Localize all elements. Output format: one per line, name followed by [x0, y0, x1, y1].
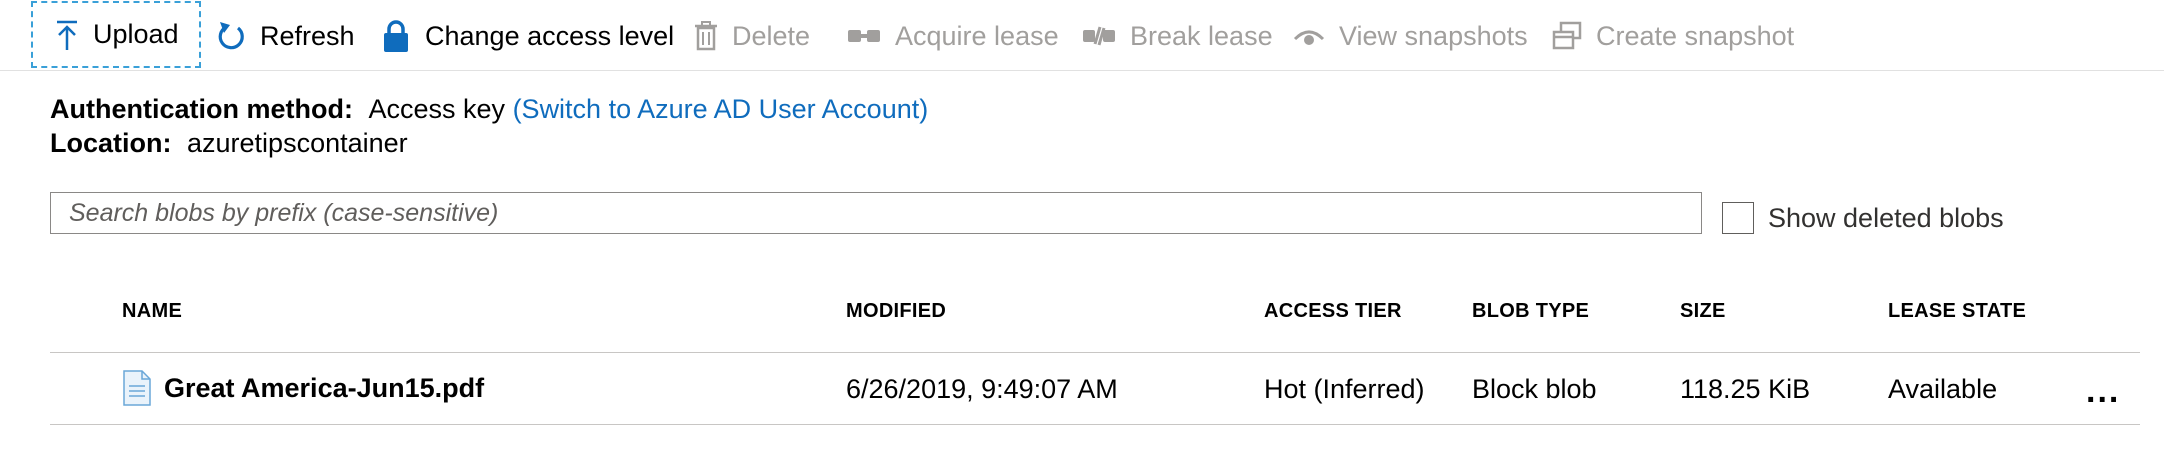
eye-icon	[1293, 25, 1325, 47]
location-value: azuretipscontainer	[187, 128, 408, 158]
more-actions-button[interactable]: ...	[2086, 374, 2120, 408]
show-deleted-blobs-toggle[interactable]: Show deleted blobs	[1722, 202, 2004, 234]
show-deleted-label: Show deleted blobs	[1768, 202, 2004, 233]
header-divider	[50, 352, 2140, 353]
blob-name: Great America-Jun15.pdf	[164, 372, 485, 403]
create-snapshot-label: Create snapshot	[1596, 20, 1795, 51]
column-header-lease-state[interactable]: LEASE STATE	[1888, 300, 2026, 323]
refresh-button[interactable]: Refresh	[216, 4, 355, 68]
size-cell: 118.25 KiB	[1680, 374, 1811, 404]
column-header-access-tier[interactable]: ACCESS TIER	[1264, 300, 1402, 323]
blob-type-cell: Block blob	[1472, 374, 1597, 404]
delete-button[interactable]: Delete	[694, 4, 810, 68]
broken-link-icon	[1082, 24, 1116, 48]
trash-icon	[694, 21, 718, 51]
auth-method-label: Authentication method:	[50, 94, 353, 124]
column-header-size[interactable]: SIZE	[1680, 300, 1726, 323]
search-placeholder: Search blobs by prefix (case-sensitive)	[69, 198, 499, 227]
upload-button[interactable]: Upload	[31, 1, 201, 68]
switch-auth-link[interactable]: (Switch to Azure AD User Account)	[513, 94, 929, 124]
refresh-icon	[216, 20, 246, 52]
view-snapshots-button[interactable]: View snapshots	[1293, 4, 1528, 68]
upload-label: Upload	[93, 19, 179, 49]
lease-state-cell: Available	[1888, 374, 1998, 404]
snapshot-icon	[1552, 21, 1582, 51]
command-bar: Upload Refresh Change access level Delet…	[0, 0, 2164, 71]
modified-cell: 6/26/2019, 9:49:07 AM	[846, 374, 1118, 404]
column-header-name[interactable]: NAME	[122, 300, 182, 323]
column-header-modified[interactable]: MODIFIED	[846, 300, 946, 323]
auth-method-value: Access key	[368, 94, 506, 124]
blob-name-cell[interactable]: Great America-Jun15.pdf	[122, 370, 484, 406]
location-label: Location:	[50, 128, 172, 158]
link-icon	[847, 25, 881, 47]
access-tier-cell: Hot (Inferred)	[1264, 374, 1425, 404]
search-input[interactable]: Search blobs by prefix (case-sensitive)	[50, 192, 1702, 234]
change-access-level-button[interactable]: Change access level	[381, 4, 674, 68]
document-icon	[122, 370, 152, 406]
create-snapshot-button[interactable]: Create snapshot	[1552, 4, 1794, 68]
break-lease-button[interactable]: Break lease	[1082, 4, 1273, 68]
break-lease-label: Break lease	[1130, 20, 1273, 51]
location-row: Location: azuretipscontainer	[50, 128, 408, 159]
refresh-label: Refresh	[260, 20, 355, 51]
acquire-lease-button[interactable]: Acquire lease	[847, 4, 1059, 68]
delete-label: Delete	[732, 20, 811, 51]
show-deleted-checkbox[interactable]	[1722, 202, 1754, 234]
lock-icon	[381, 19, 411, 53]
upload-arrow-icon	[55, 19, 79, 51]
acquire-lease-label: Acquire lease	[895, 20, 1059, 51]
row-divider	[50, 424, 2140, 425]
change-access-level-label: Change access level	[425, 20, 675, 51]
view-snapshots-label: View snapshots	[1339, 20, 1528, 51]
auth-method-row: Authentication method: Access key (Switc…	[50, 94, 928, 125]
column-header-blob-type[interactable]: BLOB TYPE	[1472, 300, 1589, 323]
